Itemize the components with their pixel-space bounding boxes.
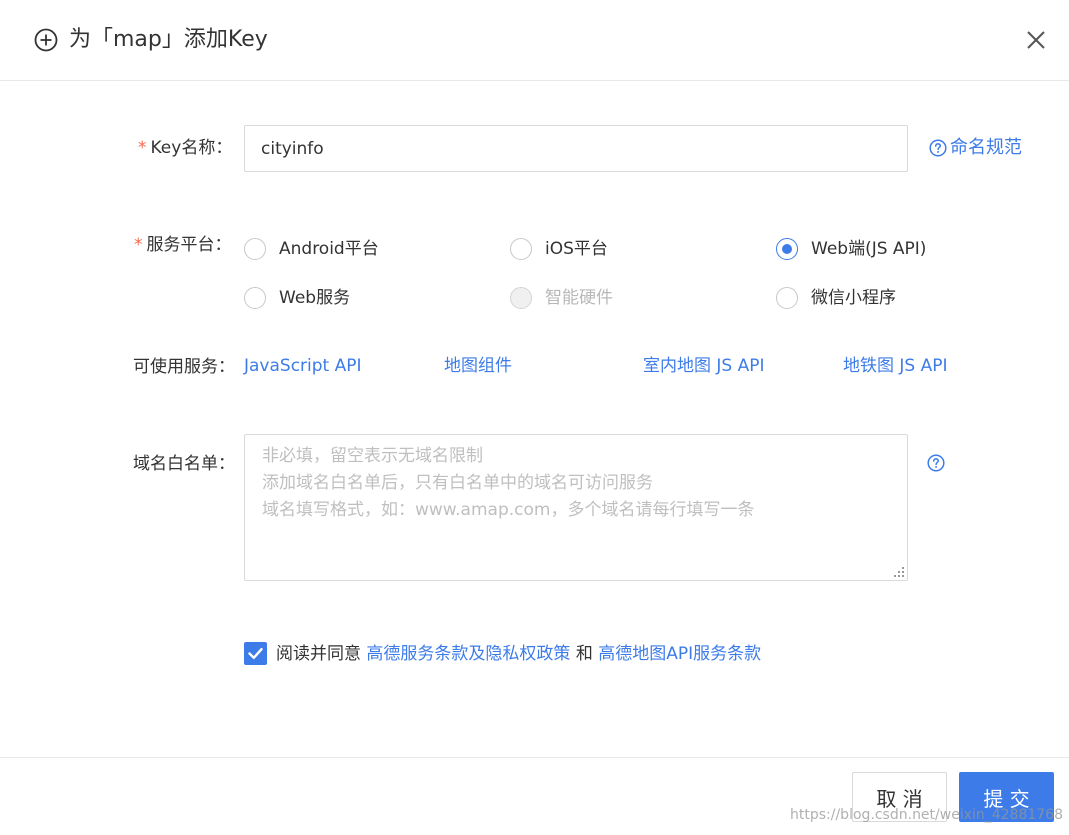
agreement-prefix: 阅读并同意: [276, 644, 361, 664]
radio-button-disabled: [510, 287, 532, 309]
radio-button[interactable]: [244, 238, 266, 260]
radio-web-js-api[interactable]: Web端(JS API): [776, 237, 926, 261]
whitelist-placeholder: 非必填，留空表示无域名限制 添加域名白名单后，只有白名单中的域名可访问服务 域名…: [262, 443, 754, 524]
radio-label: Android平台: [279, 239, 379, 259]
radio-button[interactable]: [244, 287, 266, 309]
radio-smart-hardware: 智能硬件: [510, 286, 613, 310]
radio-label: 智能硬件: [545, 288, 613, 308]
radio-button[interactable]: [776, 287, 798, 309]
whitelist-label: 域名白名单：: [133, 454, 235, 474]
resize-grip-icon[interactable]: [894, 567, 904, 577]
radio-web-service[interactable]: Web服务: [244, 286, 350, 310]
key-name-label-text: Key名称：: [150, 138, 233, 158]
service-map-component[interactable]: 地图组件: [444, 354, 512, 378]
api-terms-link[interactable]: 高德地图API服务条款: [598, 644, 761, 664]
dialog-title: 为「map」添加Key: [69, 27, 268, 52]
question-icon: [929, 139, 947, 157]
whitelist-textarea[interactable]: 非必填，留空表示无域名限制 添加域名白名单后，只有白名单中的域名可访问服务 域名…: [244, 434, 908, 581]
placeholder-line: 添加域名白名单后，只有白名单中的域名可访问服务: [262, 473, 653, 493]
close-icon[interactable]: [1025, 29, 1047, 51]
radio-label: Web端(JS API): [811, 239, 927, 259]
agreement-middle: 和: [575, 644, 593, 664]
platform-label: * 服务平台：: [134, 233, 232, 257]
add-circle-icon: [34, 28, 58, 52]
question-icon[interactable]: [927, 454, 945, 472]
platform-label-text: 服务平台：: [146, 235, 232, 255]
radio-android[interactable]: Android平台: [244, 237, 379, 261]
key-name-input[interactable]: [244, 125, 908, 172]
radio-wechat-miniprogram[interactable]: 微信小程序: [776, 286, 896, 310]
required-mark: *: [138, 138, 147, 158]
check-icon: [248, 647, 263, 660]
radio-button[interactable]: [510, 238, 532, 260]
radio-label: 微信小程序: [811, 288, 896, 308]
services-label: 可使用服务：: [133, 357, 235, 377]
agreement-text: 阅读并同意 高德服务条款及隐私权政策 和 高德地图API服务条款: [276, 642, 761, 666]
radio-label: iOS平台: [545, 239, 608, 259]
naming-rules-text: 命名规范: [950, 137, 1022, 158]
required-mark: *: [134, 235, 143, 255]
radio-label: Web服务: [279, 288, 351, 308]
key-name-label: * Key名称：: [138, 136, 232, 160]
service-javascript-api[interactable]: JavaScript API: [244, 354, 362, 378]
service-subway-map-js-api[interactable]: 地铁图 JS API: [843, 354, 948, 378]
placeholder-line: 非必填，留空表示无域名限制: [262, 446, 483, 466]
service-indoor-map-js-api[interactable]: 室内地图 JS API: [643, 354, 765, 378]
agree-checkbox[interactable]: [244, 642, 267, 665]
terms-privacy-link[interactable]: 高德服务条款及隐私权政策: [366, 644, 570, 664]
watermark: https://blog.csdn.net/weixin_42881768: [790, 807, 1064, 823]
radio-ios[interactable]: iOS平台: [510, 237, 608, 261]
naming-rules-link[interactable]: 命名规范: [929, 136, 1022, 160]
placeholder-line: 域名填写格式，如：www.amap.com，多个域名请每行填写一条: [262, 500, 755, 520]
radio-button-selected[interactable]: [776, 238, 798, 260]
dialog-header: 为「map」添加Key: [0, 0, 1069, 81]
